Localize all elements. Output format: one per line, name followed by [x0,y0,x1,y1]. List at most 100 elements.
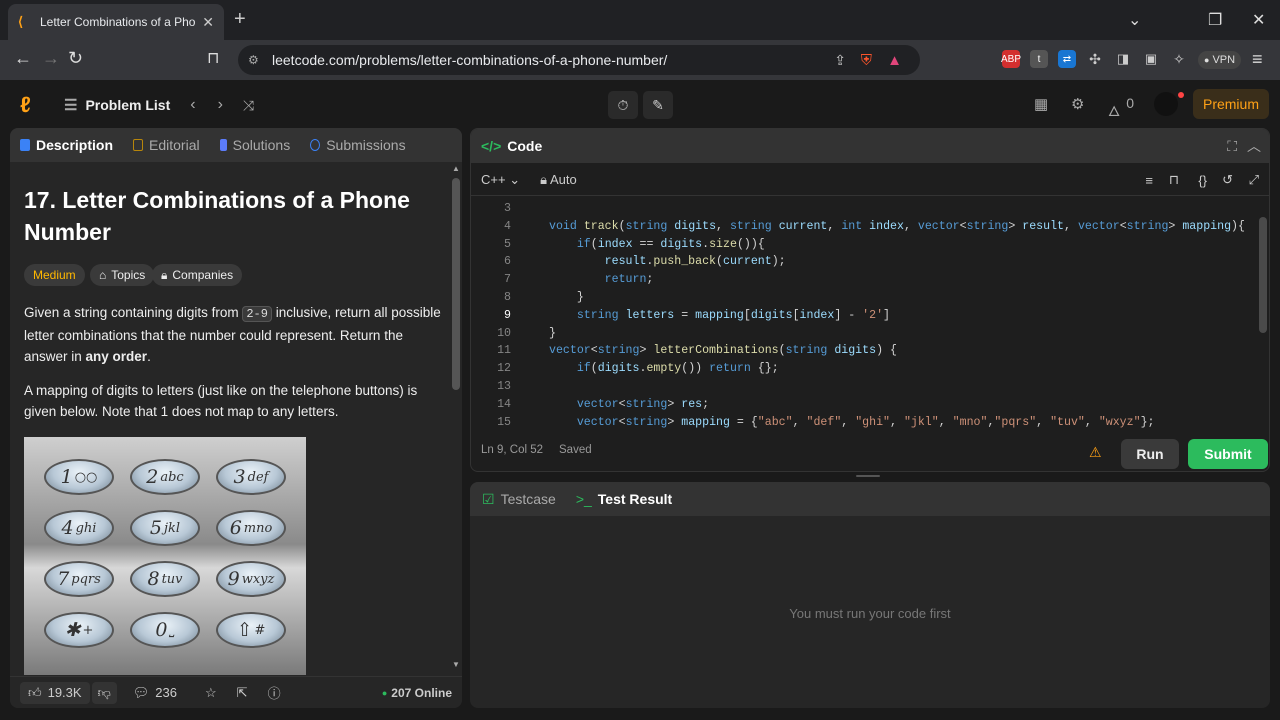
problem-list-nav[interactable]: ☰ Problem List ‹ › ⤨ [64,96,254,114]
line-number: 4 [504,219,511,233]
tab-test-result[interactable]: >_ Test Result [576,491,672,507]
close-window-icon[interactable]: ✕ [1252,10,1265,30]
code-line[interactable]: void track(string digits, string current… [549,220,1245,233]
fullscreen-icon[interactable]: ⤢ [1249,172,1259,188]
line-number: 6 [504,255,511,269]
autocomplete-label: Auto [549,172,577,187]
vpn-button[interactable]: ● VPN [1198,51,1242,69]
timer-icon[interactable]: ⏱ [608,91,638,119]
like-button[interactable]: 👍︎ 19.3K [20,681,90,704]
collapse-icon[interactable]: ︿ [1247,136,1261,156]
thumbs-down-icon: 👎︎ [97,684,111,700]
editor-scrollbar[interactable] [1259,217,1267,333]
t-extension-icon[interactable]: t [1030,50,1048,68]
code-line[interactable]: string letters = mapping[digits[index] -… [549,309,890,322]
bookmark-icon[interactable]: ⊓ [207,48,219,68]
tab-submissions[interactable]: Submissions [310,137,406,153]
language-select[interactable]: C++ ⌄ [481,172,520,188]
avatar[interactable] [1154,92,1178,116]
description-scrollbar[interactable]: ▲ ▼ [452,164,460,674]
code-line[interactable]: } [549,291,584,304]
run-button[interactable]: Run [1121,439,1179,469]
tab-solutions[interactable]: Solutions [219,137,290,153]
statement-text: . [147,349,151,364]
layout-icon[interactable]: ▦ [1034,95,1048,113]
star-icon[interactable]: ☆ [205,685,217,701]
keypad-key: 8 tuv [130,561,200,597]
adblock-extension-icon[interactable]: ABP [1001,50,1021,68]
tab-editorial[interactable]: Editorial [133,137,200,153]
brave-rewards-icon[interactable]: ▲ [887,52,902,69]
url-text: leetcode.com/problems/letter-combination… [272,52,668,68]
chevron-down-icon[interactable]: ⌄ [1128,10,1141,30]
debug-icon[interactable]: ⚠ [1089,444,1102,461]
cursor-position: Ln 9, Col 52 [481,444,544,456]
address-bar[interactable]: ⚙ leetcode.com/problems/letter-combinati… [238,45,920,75]
code-line[interactable]: if(digits.empty()) return {}; [549,362,779,375]
streak-counter[interactable]: 🜂 0 [1108,95,1134,124]
forward-icon[interactable]: → [42,48,60,69]
left-tab-bar: Description Editorial Solutions Submissi… [10,128,462,162]
companies-button[interactable]: 🔒︎ Companies [152,264,243,286]
comments-button[interactable]: 💬︎ 236 [133,685,177,701]
lock-icon: 🔒︎ [540,172,548,187]
fire-icon: 🜂 [1108,103,1121,119]
language-label: C++ [481,172,506,187]
keypad-key: 6 mno [216,510,286,546]
code-line[interactable]: vector<string> res; [549,398,709,411]
line-number: 10 [497,326,511,340]
browser-tab[interactable]: ⟨ Letter Combinations of a Phone ✕ [8,4,224,40]
code-line[interactable]: vector<string> letterCombinations(string… [549,344,897,357]
braces-icon[interactable]: {} [1198,173,1207,188]
scroll-up-icon[interactable]: ▲ [452,164,460,173]
autocomplete-toggle[interactable]: 🔒︎ Auto [540,172,577,188]
keypad-key: ✱ + [44,612,114,648]
wallet-icon[interactable]: ▣ [1142,50,1160,68]
shuffle-icon[interactable]: ⤨ [243,97,254,114]
key-letters: wxyz [241,571,275,587]
browser-menu-icon[interactable]: ≡ [1252,49,1263,70]
close-tab-icon[interactable]: ✕ [202,14,214,31]
maximize-icon[interactable]: ⛶ [1227,138,1237,155]
help-icon[interactable]: ⓘ [268,683,281,702]
share-link-icon[interactable]: ⇱ [237,685,248,701]
reload-icon[interactable]: ↻ [68,48,83,69]
premium-button[interactable]: Premium [1193,89,1269,119]
site-info-icon[interactable]: ⚙ [248,53,259,67]
restore-window-icon[interactable]: ❐ [1208,10,1222,30]
problem-title: 17. Letter Combinations of a Phone Numbe… [24,187,410,245]
leo-ai-icon[interactable]: ✧ [1170,50,1188,68]
sidebar-icon[interactable]: ◨ [1114,50,1132,68]
prev-problem-icon[interactable]: ‹ [190,96,195,114]
panel-resize-handle[interactable] [856,475,880,477]
format-icon[interactable]: ≡ [1145,173,1153,188]
code-line[interactable]: return; [549,273,654,286]
dislike-button[interactable]: 👎︎ [91,681,117,704]
code-line[interactable]: } [549,327,556,340]
next-problem-icon[interactable]: › [218,96,223,114]
share-icon[interactable]: ⇪ [834,52,846,69]
submit-button[interactable]: Submit [1188,439,1268,469]
code-editor[interactable]: 3 4 void track(string digits, string curre… [471,195,1269,429]
keypad-key: 5 jkl [130,510,200,546]
tab-description[interactable]: Description [20,137,113,153]
code-line[interactable]: if(index == digits.size()){ [549,238,765,251]
code-line[interactable]: result.push_back(current); [549,255,786,268]
code-panel: </> Code ⛶ ︿ C++ ⌄ 🔒︎ Auto ≡ ⊓ {} ↺ ⤢ 3 4… [470,128,1270,472]
notes-icon[interactable]: ✎ [643,91,673,119]
companies-label: Companies [172,268,234,282]
bookmark-code-icon[interactable]: ⊓ [1169,172,1179,188]
settings-gear-icon[interactable]: ⚙ [1071,95,1084,113]
scroll-down-icon[interactable]: ▼ [452,660,460,669]
brave-shield-icon[interactable]: ⛨ [861,52,872,69]
extensions-icon[interactable]: ✣ [1086,50,1104,68]
leetcode-logo-icon[interactable]: ℓ [20,92,31,118]
back-icon[interactable]: ← [14,48,32,69]
translate-extension-icon[interactable]: ⇄ [1058,50,1076,68]
topics-button[interactable]: ⌂ Topics [90,264,155,286]
tab-testcase[interactable]: ☑ Testcase [482,491,556,508]
reset-icon[interactable]: ↺ [1222,172,1233,188]
new-tab-icon[interactable]: + [234,8,246,31]
terminal-icon: >_ [575,491,592,507]
scrollbar-thumb[interactable] [452,178,460,390]
